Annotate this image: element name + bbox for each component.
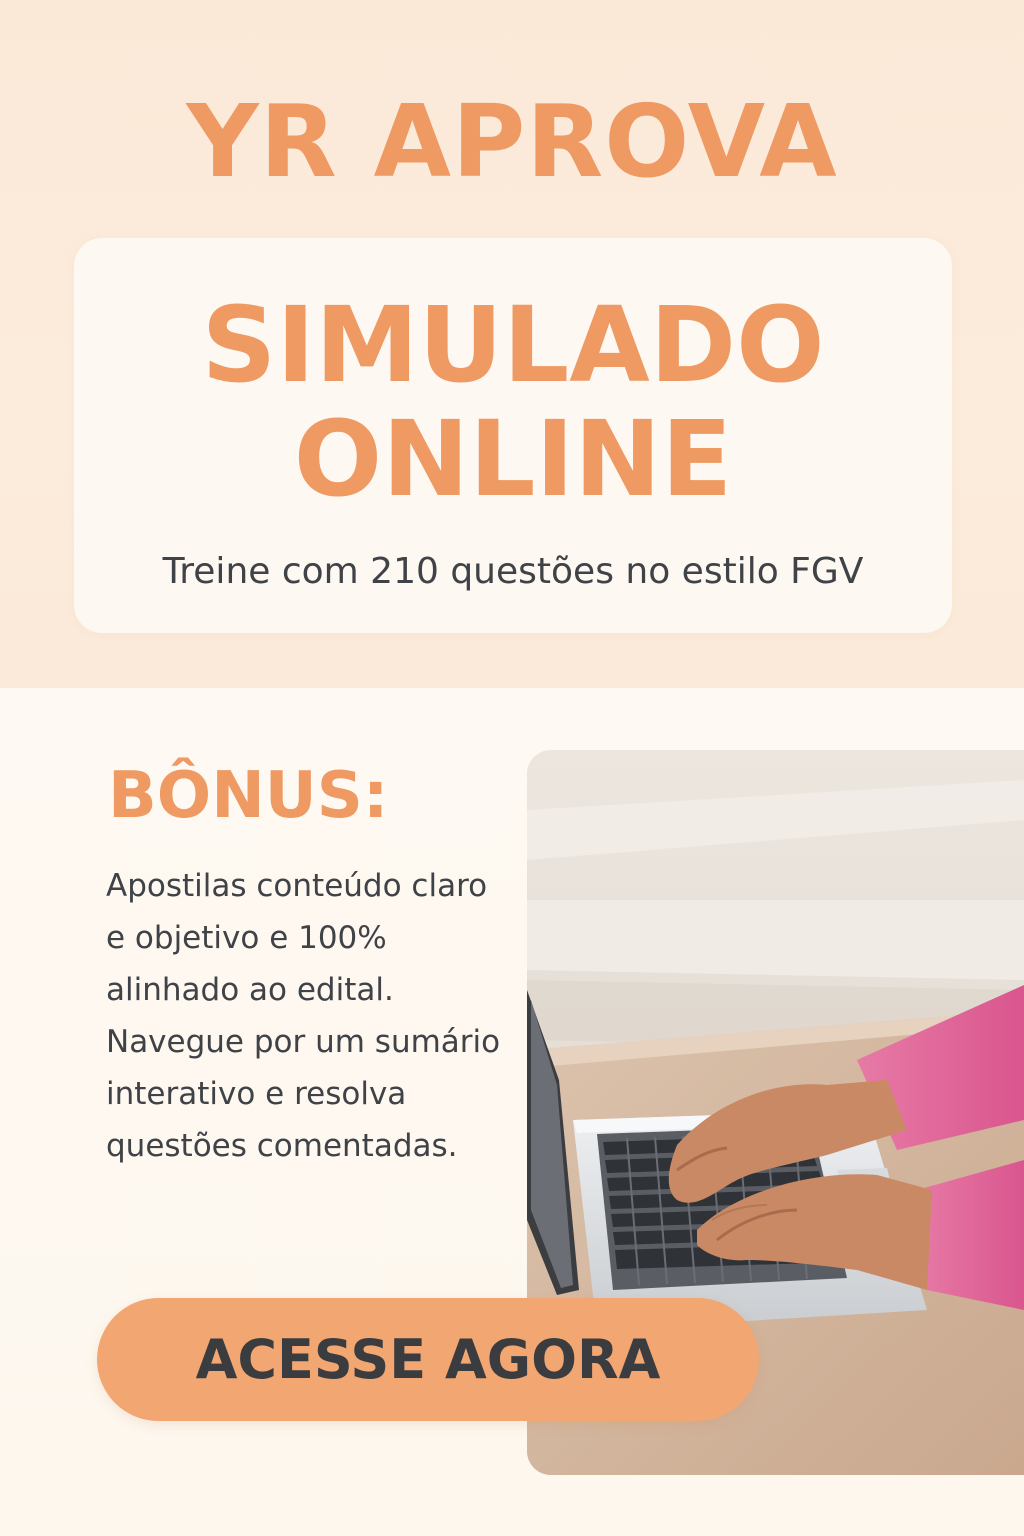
hero-title-line-1: SIMULADO [201,284,825,406]
bonus-description: Apostilas conteúdo claro e objetivo e 10… [106,868,501,1164]
hero-card: SIMULADO ONLINE Treine com 210 questões … [74,238,952,633]
hero-title: SIMULADO ONLINE [74,288,952,516]
bonus-title: BÔNUS: [108,759,389,833]
hero-subtitle: Treine com 210 questões no estilo FGV [162,551,864,592]
hero-title-line-2: ONLINE [293,398,733,520]
brand-title: YR APROVA [186,83,838,200]
access-now-button[interactable]: ACESSE AGORA [97,1298,759,1421]
